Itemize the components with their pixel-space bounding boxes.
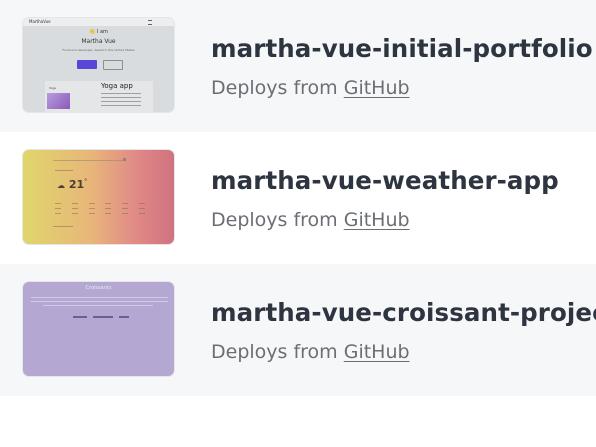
thumbnail-card-thumb-label: Yoga	[49, 86, 57, 90]
github-link[interactable]: GitHub	[344, 209, 410, 231]
thumbnail-text-line	[43, 305, 153, 306]
site-name[interactable]: martha-vue-weather-app	[211, 166, 559, 195]
github-link[interactable]: GitHub	[344, 341, 410, 363]
thumbnail-card-title: Yoga app	[101, 82, 133, 90]
thumbnail-project-image	[47, 93, 70, 109]
thumbnail-title: Croissants	[85, 285, 112, 291]
thumbnail-search-icon	[123, 158, 126, 161]
thumbnail-temperature: ☁ 21°	[57, 178, 88, 191]
site-row[interactable]: ☁ 21° martha-vue-weather-app Deploys fro…	[0, 132, 596, 264]
deploy-info: Deploys from GitHub	[211, 209, 410, 231]
deploy-info: Deploys from GitHub	[211, 77, 410, 99]
thumbnail-text-line	[31, 297, 168, 298]
site-row[interactable]: MarthaVue 👋 I am Martha Vue Front-end de…	[0, 0, 596, 132]
thumbnail-primary-button	[77, 60, 97, 69]
hamburger-icon	[148, 20, 152, 25]
thumbnail-text-line	[31, 301, 168, 302]
deploy-prefix: Deploys from	[211, 209, 338, 231]
thumbnail-navbar: MarthaVue	[23, 18, 174, 26]
thumbnail-person: Martha Vue	[81, 38, 116, 45]
deploy-prefix: Deploys from	[211, 341, 338, 363]
thumbnail-links	[73, 316, 129, 318]
site-name[interactable]: martha-vue-initial-portfolio	[211, 34, 593, 63]
thumbnail-tagline: Front-end developer, based in the United…	[62, 48, 135, 52]
deploy-info: Deploys from GitHub	[211, 341, 410, 363]
cloud-sun-icon: ☁	[57, 181, 65, 190]
deploy-prefix: Deploys from	[211, 77, 338, 99]
site-name[interactable]: martha-vue-croissant-project	[211, 298, 596, 327]
site-row[interactable]: Croissants martha-vue-croissant-project …	[0, 264, 596, 396]
github-link[interactable]: GitHub	[344, 77, 410, 99]
thumbnail-footer-link	[53, 226, 73, 227]
site-thumbnail[interactable]: ☁ 21°	[22, 149, 175, 245]
thumbnail-city-label	[55, 170, 73, 171]
thumbnail-brand: MarthaVue	[29, 19, 51, 24]
thumbnail-greeting: 👋 I am	[89, 29, 108, 35]
thumbnail-forecast	[55, 203, 145, 217]
thumbnail-secondary-button	[103, 60, 123, 70]
site-thumbnail[interactable]: Croissants	[22, 281, 175, 377]
site-thumbnail[interactable]: MarthaVue 👋 I am Martha Vue Front-end de…	[22, 17, 175, 113]
thumbnail-search-bar	[53, 160, 123, 161]
thumbnail-card-text	[101, 93, 141, 109]
